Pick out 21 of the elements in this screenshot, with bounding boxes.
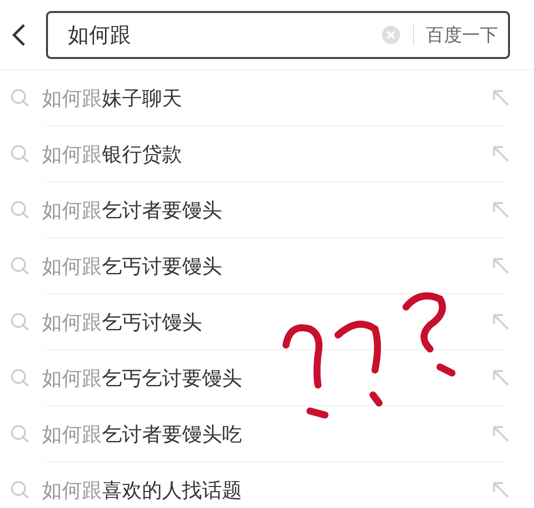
search-icon xyxy=(10,144,30,164)
search-icon xyxy=(10,256,30,276)
search-button[interactable]: 百度一下 xyxy=(426,22,498,46)
clear-button[interactable] xyxy=(381,24,401,44)
back-icon xyxy=(12,22,26,46)
suggestion-item[interactable]: 如何跟喜欢的人找话题 xyxy=(42,476,242,504)
search-icon xyxy=(10,312,30,332)
suggestion-item[interactable]: 如何跟乞讨者要馒头吃 xyxy=(42,420,242,448)
suggestion-item[interactable]: 如何跟乞丐讨要馒头 xyxy=(42,252,222,280)
search-icon xyxy=(10,88,30,108)
suggestion-item[interactable]: 如何跟妹子聊天 xyxy=(42,84,182,112)
suggestion-item[interactable]: 如何跟乞讨者要馒头 xyxy=(42,196,222,224)
suggestion-item[interactable]: 如何跟银行贷款 xyxy=(42,140,182,168)
search-icon xyxy=(10,368,30,388)
search-icon xyxy=(10,200,30,220)
suggestion-item[interactable]: 如何跟乞丐乞讨要馒头 xyxy=(42,364,242,392)
suggestion-item[interactable]: 如何跟乞丐讨馒头 xyxy=(42,308,202,336)
clear-icon xyxy=(381,24,401,44)
search-field[interactable]: 如何跟 百度一下 xyxy=(46,10,510,58)
search-icon xyxy=(10,480,30,500)
search-icon xyxy=(10,424,30,444)
